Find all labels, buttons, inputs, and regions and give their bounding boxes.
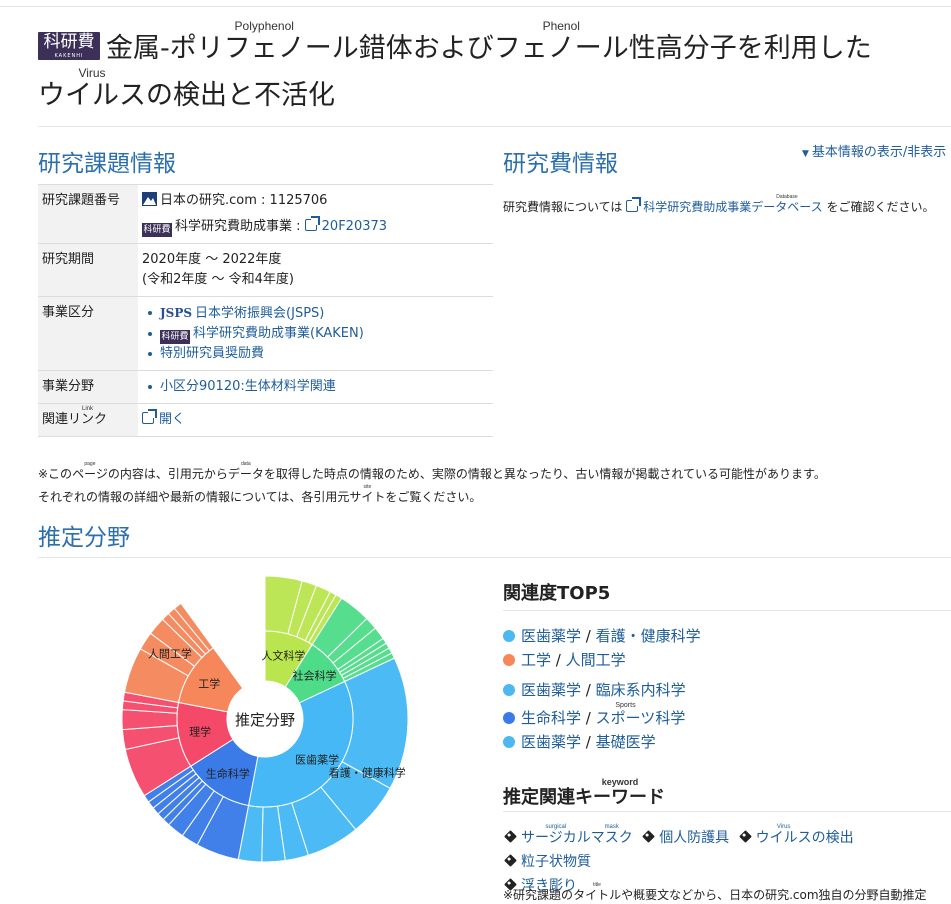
research-info-table: 研究課題番号 日本の研究.com : 1125706 科研費 科学研究費助成事業 … bbox=[38, 184, 493, 437]
dot-icon bbox=[503, 712, 515, 724]
sunburst-inner-label: 理学 bbox=[189, 724, 211, 738]
category-item-jsps[interactable]: JSPS 日本学術振興会(JSPS) bbox=[142, 303, 489, 324]
dot-icon bbox=[503, 654, 515, 666]
nihon-kenkyu-logo-icon bbox=[142, 192, 157, 206]
list-item[interactable]: 工学 / 人間工学 bbox=[503, 648, 701, 672]
keyword-divider bbox=[503, 811, 951, 812]
sunburst-outer-label: 看護・健康科学 bbox=[329, 766, 406, 780]
row-field: 事業分野 小区分90120:生体材料学関連 bbox=[38, 370, 493, 404]
disclaimer-note: ※このページpageの内容は、引用元からデータdataを取得した時点の情報のため… bbox=[38, 461, 826, 504]
sunburst-center-label: 推定分野 bbox=[235, 711, 295, 729]
row-related-link: 関連リンクLink 開く bbox=[38, 403, 493, 437]
row-category: 事業区分 JSPS 日本学術振興会(JSPS) 科研費 科学研究費助成事業(KAKE… bbox=[38, 296, 493, 371]
list-item[interactable]: 医歯薬学 / 基礎医学 bbox=[503, 730, 701, 754]
sunburst-outer-label: 人間工学 bbox=[148, 646, 192, 660]
research-info-heading: 研究課題情報 bbox=[38, 151, 176, 177]
sunburst-chart[interactable]: 人文科学社会科学医歯薬学生命科学 理学 工学看護・健康科学 人間工学推定分野 bbox=[120, 574, 410, 864]
nihon-kenkyu-id: 日本の研究.com : 1125706 bbox=[142, 191, 489, 211]
kakenhi-small-logo: 科研費 bbox=[142, 223, 172, 237]
category-item-fellowship[interactable]: 特別研究員奨励費 bbox=[142, 344, 489, 364]
keyword-tag[interactable]: 粒子状物質 bbox=[503, 854, 591, 870]
sunburst-inner-label: 生命科学 bbox=[206, 767, 250, 781]
row-period: 研究期間 2020年度 〜 2022年度 (令和2年度 〜 令和4年度) bbox=[38, 243, 493, 297]
dot-icon bbox=[503, 684, 515, 696]
keyword-tag[interactable]: 個人防護具 bbox=[641, 830, 729, 846]
kakenhi-small-logo: 科研費 bbox=[160, 330, 190, 344]
sunburst-inner-label: 社会科学 bbox=[293, 668, 337, 682]
tag-icon bbox=[642, 830, 656, 843]
sunburst-inner-label: 医歯薬学 bbox=[295, 752, 339, 766]
toggle-basic-info-link[interactable]: ▼ 基本情報の表示/非表示 bbox=[802, 141, 946, 160]
dot-icon bbox=[503, 736, 515, 748]
list-item[interactable]: 生命科学 / スポーツSports科学 bbox=[503, 702, 701, 730]
top5-divider bbox=[503, 610, 951, 611]
external-link-icon bbox=[304, 216, 320, 231]
dot-icon bbox=[503, 630, 515, 642]
keyword-heading: 推定関連キーワードkeyword bbox=[503, 777, 665, 808]
footnote: ※研究課題のタイトルtitleや概要文などから、日本の研究.com独自の分野自動… bbox=[503, 882, 927, 902]
tag-icon bbox=[504, 830, 517, 843]
open-related-link[interactable]: 開く bbox=[142, 409, 185, 427]
kaken-id: 科研費 科学研究費助成事業 : 20F20373 bbox=[142, 216, 388, 237]
sunburst-inner-label: 工学 bbox=[198, 677, 220, 691]
top5-list: 医歯薬学 / 看護・健康科学 工学 / 人間工学 医歯薬学 / 臨床系内科学 生… bbox=[503, 624, 701, 754]
funding-text: 研究費情報については 科学研究費助成事業データベースDatabase をご確認く… bbox=[503, 194, 935, 214]
list-item[interactable]: 医歯薬学 / 看護・健康科学 bbox=[503, 624, 701, 648]
external-link-icon bbox=[626, 197, 642, 212]
caret-down-icon: ▼ bbox=[802, 149, 809, 159]
jsps-logo: JSPS bbox=[160, 306, 193, 320]
tag-icon bbox=[504, 854, 517, 867]
tag-icon bbox=[738, 830, 752, 843]
funding-heading: 研究費情報 bbox=[503, 151, 618, 177]
estimated-field-heading: 推定分野 bbox=[38, 525, 130, 551]
kaken-database-link[interactable]: 科学研究費助成事業データベースDatabase bbox=[626, 194, 823, 214]
keyword-tag[interactable]: ウイルスVirusの検出 bbox=[738, 824, 854, 846]
kakenhi-logo: 科研費 KAKENHI bbox=[38, 32, 100, 60]
page-title: 科研費 KAKENHI 金属-ポリフェノールPolyphenol錯体およびフェノール… bbox=[38, 19, 872, 111]
top-divider bbox=[0, 6, 951, 7]
category-item-kaken[interactable]: 科研費 科学研究費助成事業(KAKEN) bbox=[142, 324, 489, 344]
title-divider bbox=[38, 126, 951, 127]
top5-heading: 関連度TOP5 bbox=[503, 583, 611, 604]
keyword-tag[interactable]: サージカルsurgicalマスクmask bbox=[503, 824, 633, 846]
sunburst-inner-label: 人文科学 bbox=[261, 649, 305, 663]
estimated-divider bbox=[38, 557, 951, 558]
field-item-link[interactable]: 小区分90120:生体材料学関連 bbox=[142, 377, 489, 397]
external-link-icon bbox=[142, 409, 157, 424]
kaken-id-link[interactable]: 20F20373 bbox=[304, 216, 387, 234]
list-item[interactable]: 医歯薬学 / 臨床系内科学 bbox=[503, 678, 701, 702]
row-project-number: 研究課題番号 日本の研究.com : 1125706 科研費 科学研究費助成事業 … bbox=[38, 184, 493, 244]
